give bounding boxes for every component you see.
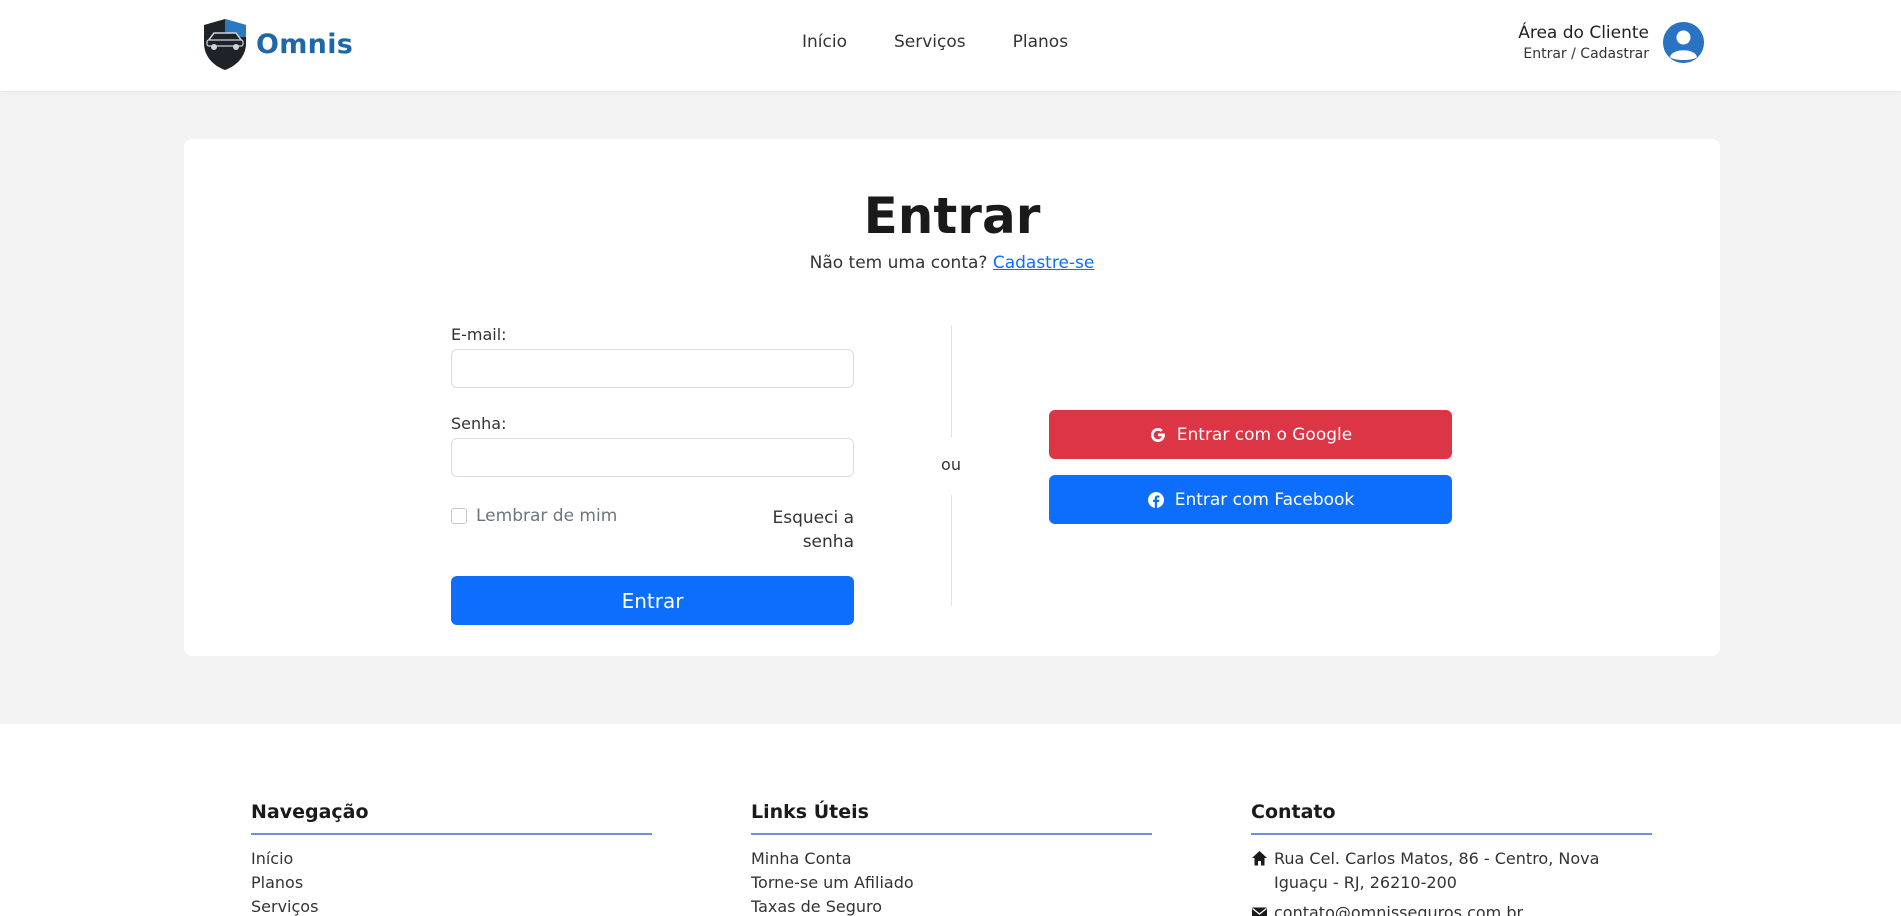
password-label: Senha:: [451, 414, 507, 433]
social-login: Entrar com o Google Entrar com Facebook: [1049, 410, 1452, 524]
nav-link-servicos[interactable]: Serviços: [894, 32, 966, 52]
contact-address-text: Rua Cel. Carlos Matos, 86 - Centro, Nova…: [1274, 849, 1600, 892]
logo-link[interactable]: Omnis: [200, 17, 353, 71]
footer-contact: Contato Rua Cel. Carlos Matos, 86 - Cent…: [1251, 801, 1652, 916]
google-login-button[interactable]: Entrar com o Google: [1049, 410, 1452, 459]
contact-email[interactable]: contato@omnisseguros.com.br: [1251, 901, 1652, 916]
footer-contact-title: Contato: [1251, 801, 1652, 835]
divider-top: [951, 325, 952, 437]
client-area-title: Área do Cliente: [1518, 23, 1649, 43]
logo-text: Omnis: [256, 28, 354, 60]
footer-link-servicos[interactable]: Serviços: [251, 897, 318, 916]
page-title: Entrar: [863, 187, 1041, 245]
or-separator: ou: [941, 455, 961, 474]
footer-link-taxas[interactable]: Taxas de Seguro: [751, 897, 882, 916]
footer-link-minha-conta[interactable]: Minha Conta: [751, 849, 852, 868]
password-field[interactable]: [451, 438, 854, 477]
email-label: E-mail:: [451, 325, 507, 344]
client-area-text: Área do Cliente Entrar / Cadastrar: [1518, 23, 1649, 62]
site-footer: Navegação Início Planos Serviços Links Ú…: [0, 724, 1901, 916]
nav-link-planos[interactable]: Planos: [1013, 32, 1068, 52]
client-area-subtitle[interactable]: Entrar / Cadastrar: [1518, 46, 1649, 62]
facebook-icon: [1147, 491, 1164, 508]
remember-me-checkbox[interactable]: [451, 508, 467, 524]
footer-useful-links: Links Úteis Minha Conta Torne-se um Afil…: [751, 801, 1152, 916]
login-options: Lembrar de mim Esqueci a senha: [451, 506, 854, 556]
home-icon: [1252, 851, 1267, 866]
footer-link-inicio[interactable]: Início: [251, 849, 293, 868]
footer-navigation: Navegação Início Planos Serviços: [251, 801, 652, 916]
divider-bottom: [951, 495, 952, 606]
shield-car-icon: [204, 19, 246, 70]
login-button[interactable]: Entrar: [451, 576, 854, 625]
login-card: Entrar Não tem uma conta? Cadastre-se E-…: [184, 139, 1720, 656]
login-form: E-mail: Senha: Lembrar de mim Esqueci a …: [451, 325, 854, 625]
client-area[interactable]: Área do Cliente Entrar / Cadastrar: [1518, 22, 1704, 63]
footer-link-planos[interactable]: Planos: [251, 873, 303, 892]
contact-address: Rua Cel. Carlos Matos, 86 - Centro, Nova…: [1251, 847, 1652, 895]
no-account-text: Não tem uma conta?: [809, 253, 988, 273]
remember-me-label: Lembrar de mim: [476, 506, 618, 526]
envelope-icon: [1252, 907, 1267, 916]
signup-link[interactable]: Cadastre-se: [993, 253, 1095, 273]
footer-link-afiliado[interactable]: Torne-se um Afiliado: [751, 873, 914, 892]
facebook-login-label: Entrar com Facebook: [1174, 489, 1355, 510]
footer-navigation-title: Navegação: [251, 801, 652, 835]
user-avatar-icon[interactable]: [1663, 22, 1704, 63]
forgot-password-link[interactable]: Esqueci a senha: [764, 506, 854, 554]
site-header: Omnis Início Serviços Planos Área do Cli…: [0, 0, 1901, 91]
nav-link-inicio[interactable]: Início: [802, 32, 847, 52]
contact-email-text[interactable]: contato@omnisseguros.com.br: [1274, 901, 1523, 916]
google-login-label: Entrar com o Google: [1176, 424, 1353, 445]
facebook-login-button[interactable]: Entrar com Facebook: [1049, 475, 1452, 524]
google-icon: [1150, 427, 1165, 442]
signup-prompt: Não tem uma conta? Cadastre-se: [184, 253, 1720, 273]
remember-me[interactable]: Lembrar de mim: [451, 506, 617, 526]
main-nav: Início Serviços Planos: [802, 32, 1068, 52]
footer-links-title: Links Úteis: [751, 801, 1152, 835]
email-field[interactable]: [451, 349, 854, 388]
